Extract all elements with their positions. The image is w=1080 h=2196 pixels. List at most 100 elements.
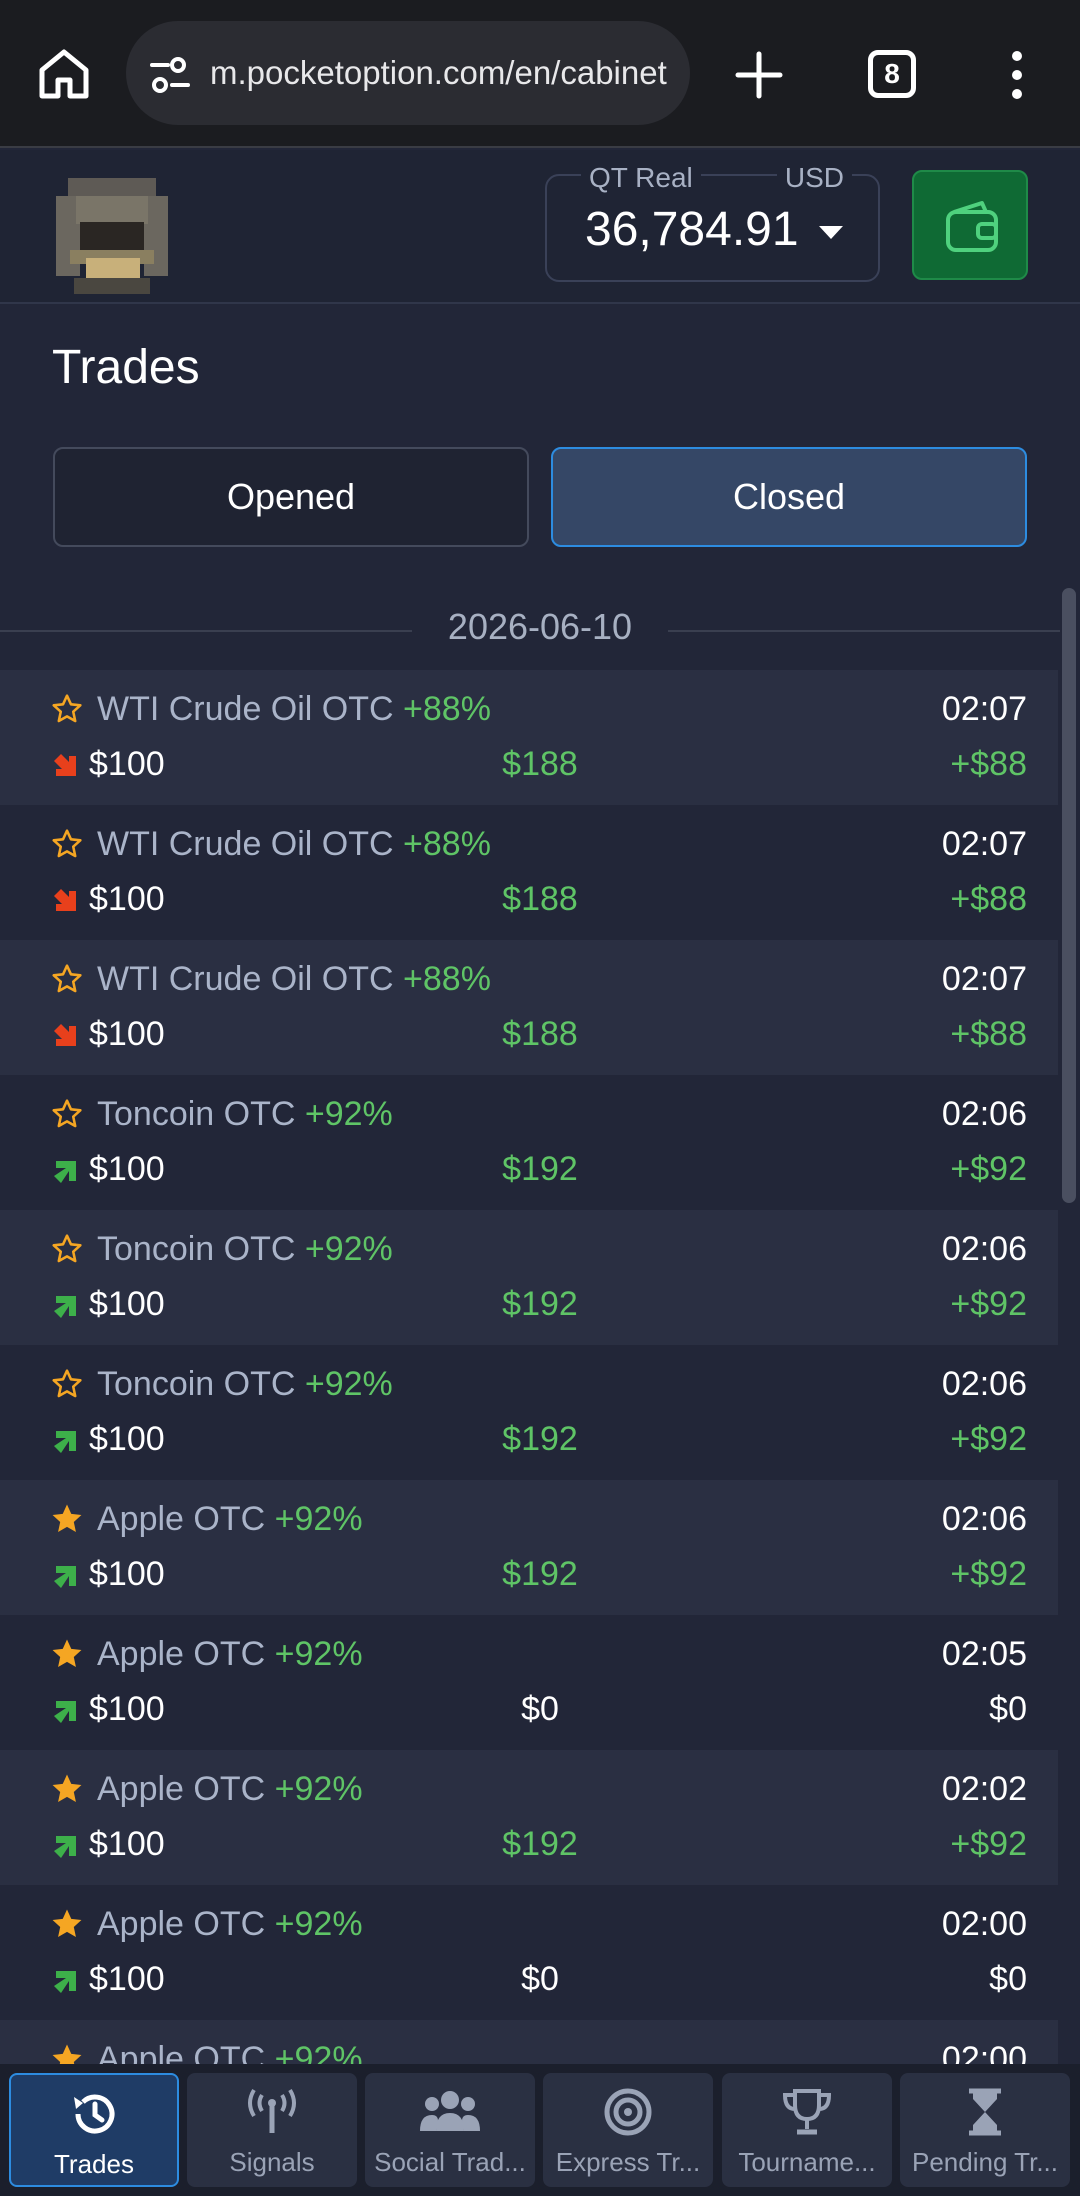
- asset-name: Apple OTC +92%: [97, 1905, 363, 1943]
- trade-profit: +$88: [950, 745, 1027, 783]
- trade-time: 02:05: [941, 1635, 1027, 1673]
- hourglass-icon: [900, 2087, 1070, 2137]
- star-outline-icon[interactable]: [50, 692, 84, 726]
- site-settings-icon[interactable]: [148, 55, 192, 95]
- arrow-up-icon: [52, 1697, 80, 1725]
- asset-name: Toncoin OTC +92%: [97, 1095, 393, 1133]
- trade-row[interactable]: Apple OTC +92% 02:00 $100 $0 $0: [0, 1885, 1058, 2020]
- nav-label: Express Tr...: [555, 2147, 701, 2177]
- nav-item-express-tr[interactable]: Express Tr...: [543, 2073, 713, 2187]
- tab-opened[interactable]: Opened: [53, 447, 529, 547]
- star-filled-icon[interactable]: [50, 1637, 84, 1671]
- nav-label: Social Trad...: [374, 2147, 526, 2177]
- payout-percent: +92%: [274, 1770, 363, 1808]
- trade-amount: $100: [89, 880, 165, 918]
- asset-name: Apple OTC +92%: [97, 1635, 363, 1673]
- browser-toolbar: m.pocketoption.com/en/cabinet 8: [0, 0, 1080, 148]
- nav-item-trades[interactable]: Trades: [9, 2073, 179, 2187]
- asset-name: Toncoin OTC +92%: [97, 1365, 393, 1403]
- trade-payout: $188: [502, 1015, 578, 1053]
- star-outline-icon[interactable]: [50, 827, 84, 861]
- trade-payout: $192: [502, 1825, 578, 1863]
- trade-time: 02:02: [941, 1770, 1027, 1808]
- trade-payout: $0: [521, 1960, 559, 1998]
- scrollbar[interactable]: [1062, 588, 1076, 1203]
- trade-row[interactable]: WTI Crude Oil OTC +88% 02:07 $100 $188 +$88: [0, 670, 1058, 805]
- trade-time: 02:06: [941, 1500, 1027, 1538]
- star-outline-icon[interactable]: [50, 1367, 84, 1401]
- asset-name: Apple OTC +92%: [97, 1500, 363, 1538]
- trade-time: 02:07: [941, 825, 1027, 863]
- star-filled-icon[interactable]: [50, 1907, 84, 1941]
- star-filled-icon[interactable]: [50, 1772, 84, 1806]
- payout-percent: +88%: [403, 960, 491, 998]
- target-icon: [543, 2087, 713, 2137]
- trade-amount: $100: [89, 745, 165, 783]
- star-outline-icon[interactable]: [50, 962, 84, 996]
- tab-closed[interactable]: Closed: [551, 447, 1027, 547]
- trade-payout: $192: [502, 1420, 578, 1458]
- address-bar[interactable]: m.pocketoption.com/en/cabinet: [126, 21, 690, 125]
- date-label: 2026-06-10: [447, 606, 633, 647]
- nav-item-pending-tr[interactable]: Pending Tr...: [900, 2073, 1070, 2187]
- payout-percent: +92%: [274, 1635, 363, 1673]
- payout-percent: +92%: [304, 1095, 393, 1133]
- star-outline-icon[interactable]: [50, 1232, 84, 1266]
- trade-profit: +$92: [950, 1555, 1027, 1593]
- trade-payout: $192: [502, 1555, 578, 1593]
- trade-row[interactable]: Toncoin OTC +92% 02:06 $100 $192 +$92: [0, 1075, 1058, 1210]
- trade-profit: +$92: [950, 1285, 1027, 1323]
- trade-time: 02:06: [941, 1230, 1027, 1268]
- new-tab-icon[interactable]: [734, 50, 784, 100]
- arrow-up-icon: [52, 1562, 80, 1590]
- trophy-icon: [722, 2087, 892, 2137]
- trade-list: WTI Crude Oil OTC +88% 02:07 $100 $188 +$88 W…: [0, 670, 1058, 2155]
- payout-percent: +88%: [403, 690, 491, 728]
- payout-percent: +88%: [403, 825, 491, 863]
- tab-switcher-button[interactable]: 8: [868, 50, 916, 98]
- trade-amount: $100: [89, 1960, 165, 1998]
- nav-item-social-trad[interactable]: Social Trad...: [365, 2073, 535, 2187]
- trade-row[interactable]: Toncoin OTC +92% 02:06 $100 $192 +$92: [0, 1210, 1058, 1345]
- trade-amount: $100: [89, 1555, 165, 1593]
- avatar[interactable]: [50, 174, 174, 298]
- nav-label: Pending Tr...: [912, 2147, 1058, 2177]
- users-icon: [365, 2087, 535, 2137]
- arrow-down-icon: [52, 752, 80, 780]
- trade-row[interactable]: WTI Crude Oil OTC +88% 02:07 $100 $188 +$88: [0, 805, 1058, 940]
- wallet-button[interactable]: [912, 170, 1028, 280]
- trade-profit: $0: [989, 1690, 1027, 1728]
- account-type-label: QT Real: [581, 162, 701, 194]
- overflow-menu-icon[interactable]: [1004, 50, 1030, 100]
- trade-profit: +$92: [950, 1420, 1027, 1458]
- star-filled-icon[interactable]: [50, 1502, 84, 1536]
- url-text[interactable]: m.pocketoption.com/en/cabinet: [210, 21, 680, 125]
- trade-row[interactable]: WTI Crude Oil OTC +88% 02:07 $100 $188 +$88: [0, 940, 1058, 1075]
- trade-row[interactable]: Apple OTC +92% 02:05 $100 $0 $0: [0, 1615, 1058, 1750]
- trade-payout: $0: [521, 1690, 559, 1728]
- trade-row[interactable]: Toncoin OTC +92% 02:06 $100 $192 +$92: [0, 1345, 1058, 1480]
- star-outline-icon[interactable]: [50, 1097, 84, 1131]
- balance-value: 36,784.91: [585, 203, 799, 256]
- account-balance-selector[interactable]: QT Real USD 36,784.91: [545, 162, 880, 282]
- caret-down-icon: [819, 226, 843, 239]
- payout-percent: +92%: [274, 1500, 363, 1538]
- nav-item-tourname[interactable]: Tourname...: [722, 2073, 892, 2187]
- trade-row[interactable]: Apple OTC +92% 02:02 $100 $192 +$92: [0, 1750, 1058, 1885]
- payout-percent: +92%: [274, 1905, 363, 1943]
- arrow-up-icon: [52, 1427, 80, 1455]
- divider: [668, 630, 1060, 632]
- nav-item-signals[interactable]: Signals: [187, 2073, 357, 2187]
- trade-row[interactable]: Apple OTC +92% 02:06 $100 $192 +$92: [0, 1480, 1058, 1615]
- trade-time: 02:06: [941, 1365, 1027, 1403]
- currency-label: USD: [776, 162, 852, 194]
- payout-percent: +92%: [304, 1230, 393, 1268]
- home-icon[interactable]: [34, 46, 94, 102]
- date-separator: 2026-06-10: [0, 600, 1060, 656]
- asset-name: WTI Crude Oil OTC +88%: [97, 825, 491, 863]
- asset-name: Apple OTC +92%: [97, 1770, 363, 1808]
- wallet-icon: [946, 201, 998, 252]
- trade-payout: $192: [502, 1150, 578, 1188]
- asset-name: WTI Crude Oil OTC +88%: [97, 690, 491, 728]
- arrow-up-icon: [52, 1292, 80, 1320]
